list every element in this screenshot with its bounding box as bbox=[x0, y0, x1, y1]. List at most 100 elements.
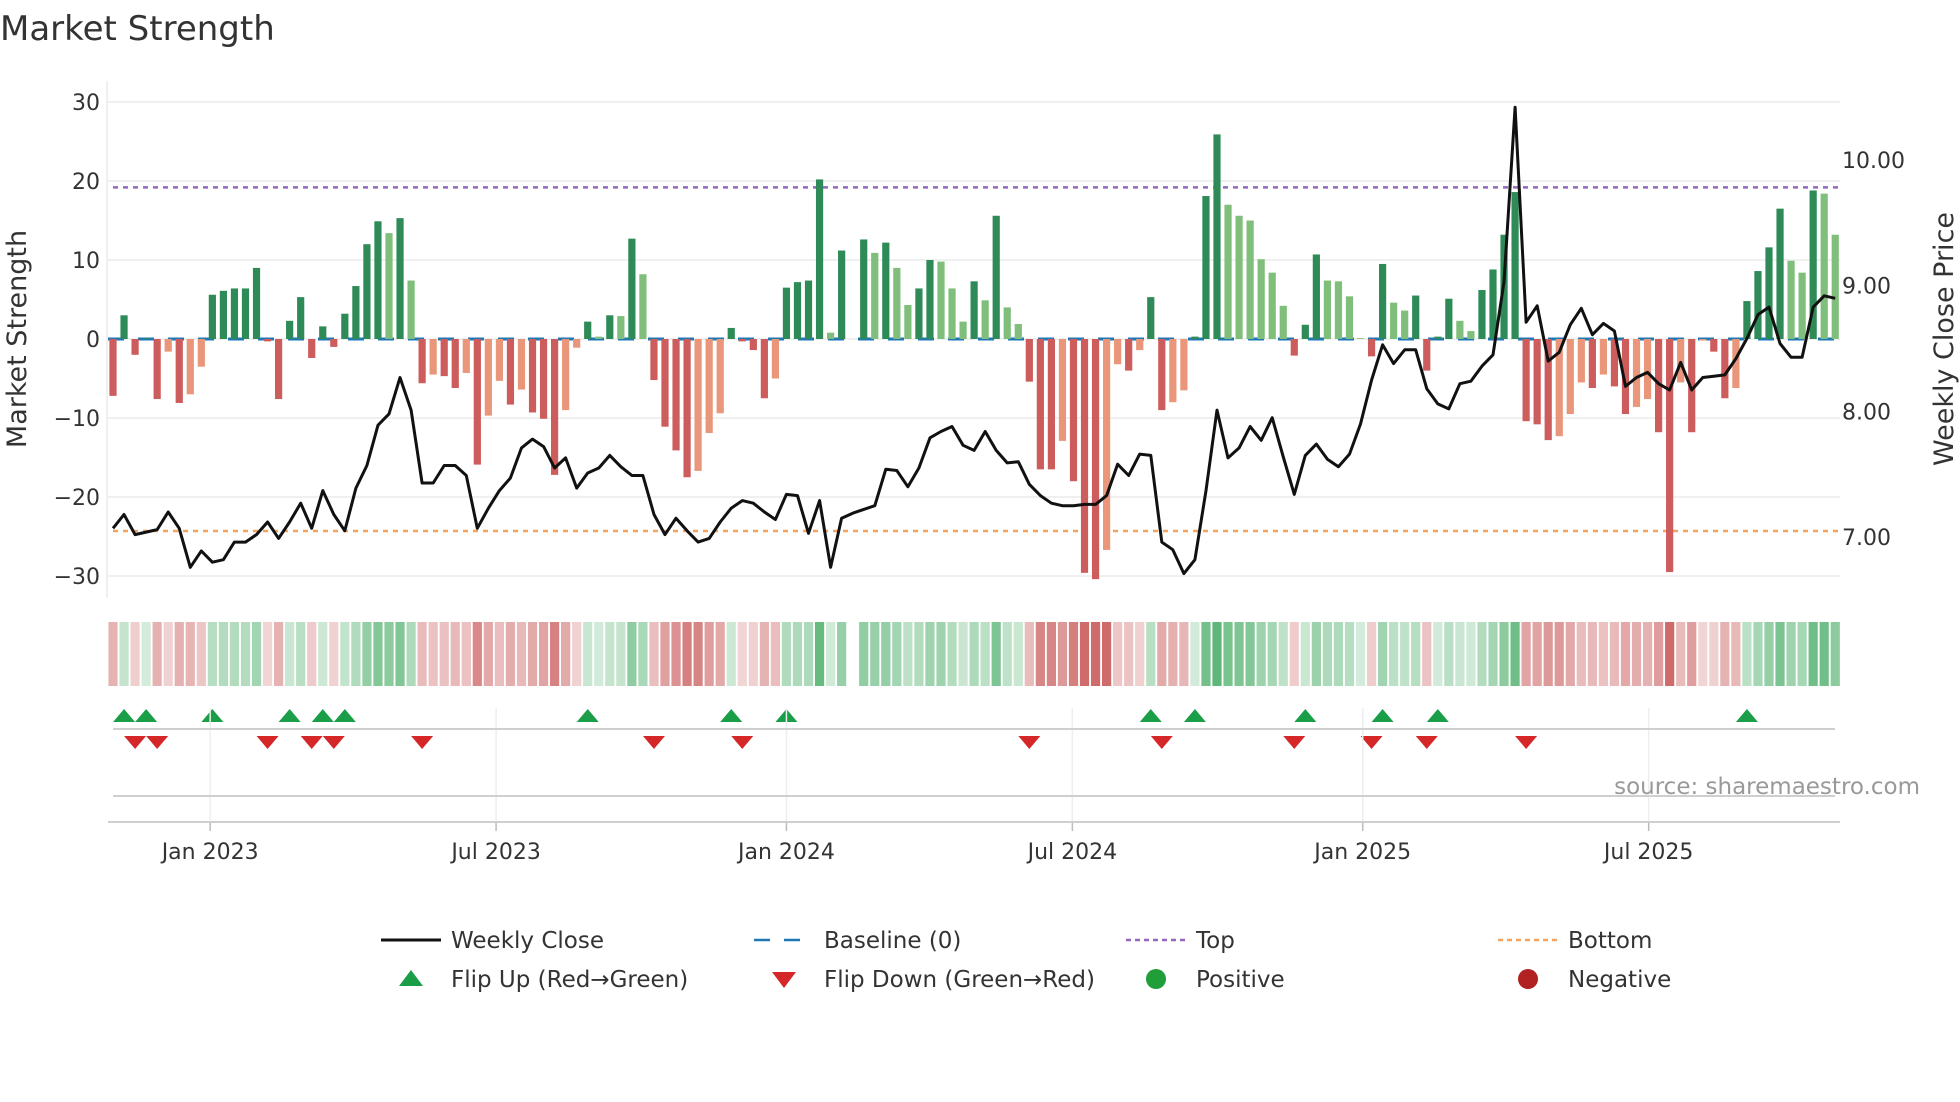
strength-bar bbox=[219, 290, 227, 339]
flip-down-marker bbox=[256, 736, 279, 749]
strength-bar bbox=[727, 327, 735, 339]
heat-cell bbox=[1179, 622, 1189, 686]
strength-bar bbox=[429, 339, 437, 375]
triangle-down-icon bbox=[772, 972, 796, 988]
source-label: source: sharemaestro.com bbox=[1614, 774, 1920, 800]
strength-bar bbox=[1511, 192, 1519, 339]
heat-cell bbox=[583, 622, 593, 686]
strength-bar bbox=[948, 288, 956, 339]
heat-cell bbox=[682, 622, 692, 686]
strength-bar bbox=[893, 267, 901, 339]
flip-down-marker bbox=[300, 736, 323, 749]
heat-cell bbox=[1631, 622, 1642, 686]
heat-cell bbox=[1466, 622, 1476, 686]
heat-cell bbox=[1609, 622, 1620, 686]
heat-cell bbox=[340, 622, 350, 686]
flip-up-marker bbox=[311, 709, 334, 722]
heat-cell bbox=[1620, 622, 1631, 686]
heat-cell bbox=[638, 622, 648, 686]
strength-bar bbox=[926, 260, 934, 339]
heat-cell bbox=[1654, 622, 1664, 686]
strength-bar bbox=[506, 339, 515, 405]
heat-cell bbox=[1223, 622, 1233, 686]
heat-cell bbox=[251, 622, 262, 686]
strength-bar bbox=[1312, 254, 1320, 339]
heat-cell bbox=[1665, 622, 1675, 686]
heat-cell bbox=[483, 622, 493, 686]
strength-bar bbox=[1787, 260, 1795, 339]
heat-cell bbox=[1698, 622, 1708, 686]
flip-down-marker bbox=[322, 736, 345, 749]
heat-cell bbox=[1433, 622, 1443, 686]
flip-up-marker bbox=[1735, 709, 1758, 722]
heat-cell bbox=[1344, 622, 1355, 686]
strength-bar bbox=[1356, 338, 1365, 339]
y-tick-label: −20 bbox=[54, 486, 100, 511]
strength-bar bbox=[230, 288, 239, 339]
strength-bar bbox=[672, 339, 680, 451]
heat-cell bbox=[1477, 622, 1487, 686]
flip-down-marker bbox=[642, 736, 665, 749]
strength-bar bbox=[904, 305, 912, 339]
flip-up-marker bbox=[201, 709, 224, 722]
strength-bar bbox=[661, 339, 669, 427]
heat-cell bbox=[174, 622, 184, 686]
heat-cell bbox=[594, 622, 604, 686]
legend-item: Positive bbox=[1146, 967, 1285, 993]
strength-bar bbox=[1125, 339, 1133, 371]
strength-bar bbox=[573, 339, 581, 348]
heat-cell bbox=[605, 622, 615, 686]
heat-cell bbox=[1786, 622, 1796, 686]
strength-bar bbox=[1588, 339, 1596, 388]
strength-bar bbox=[407, 280, 415, 339]
heat-cell bbox=[1400, 622, 1410, 686]
x-tick-label: Jan 2023 bbox=[160, 840, 259, 865]
strength-bar bbox=[1456, 320, 1464, 339]
chart-title: Market Strength bbox=[0, 9, 275, 49]
heat-cell bbox=[1256, 622, 1266, 686]
strength-bar bbox=[1036, 339, 1044, 470]
heat-cell bbox=[527, 622, 538, 686]
flip-up-marker bbox=[1294, 709, 1317, 722]
strength-bar bbox=[738, 339, 746, 342]
heat-cell bbox=[1742, 622, 1752, 686]
flip-down-marker bbox=[1515, 736, 1538, 749]
strength-bar bbox=[153, 339, 161, 400]
heat-cell bbox=[1687, 622, 1697, 686]
heat-cell bbox=[494, 622, 504, 686]
heat-cell bbox=[472, 622, 482, 686]
strength-bar bbox=[1025, 339, 1033, 382]
strength-bar bbox=[771, 339, 779, 379]
heat-cell bbox=[1554, 622, 1564, 686]
heat-cell bbox=[1190, 622, 1200, 686]
strength-bar bbox=[1566, 339, 1574, 415]
flip-down-marker bbox=[146, 736, 169, 749]
strength-bar bbox=[1334, 281, 1343, 339]
strength-bar bbox=[1754, 271, 1762, 339]
heat-cell bbox=[1521, 622, 1531, 686]
strength-bar bbox=[1169, 339, 1177, 403]
heat-cell bbox=[285, 622, 295, 686]
y-tick-label: 0 bbox=[86, 328, 100, 353]
strength-bar bbox=[241, 288, 250, 339]
strength-bar bbox=[1069, 339, 1078, 482]
y2-tick-label: 9.00 bbox=[1842, 275, 1891, 300]
strength-heat-strip bbox=[108, 622, 1840, 686]
strength-bar bbox=[1666, 339, 1674, 573]
heat-cell bbox=[803, 622, 814, 686]
heat-cell bbox=[307, 622, 317, 686]
flip-up-marker bbox=[1139, 709, 1162, 722]
heat-cell bbox=[296, 622, 306, 686]
strength-bar bbox=[1390, 302, 1398, 339]
strength-bar bbox=[628, 238, 636, 339]
heat-cell bbox=[1731, 622, 1741, 686]
heat-cell bbox=[516, 622, 527, 686]
strength-bar bbox=[517, 339, 526, 390]
strength-bar bbox=[1014, 323, 1022, 339]
heat-cell bbox=[1598, 622, 1608, 686]
strength-bar bbox=[1224, 204, 1232, 339]
strength-bar bbox=[882, 242, 890, 339]
strength-bar bbox=[992, 215, 1000, 339]
heat-cell bbox=[240, 622, 251, 686]
strength-bar bbox=[286, 320, 294, 339]
